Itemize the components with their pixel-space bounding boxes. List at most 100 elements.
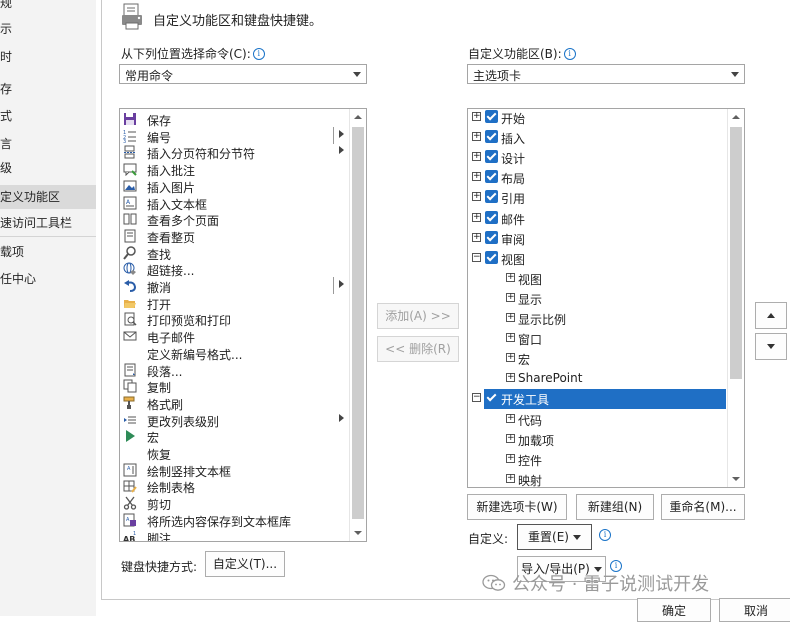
customize-shortcut-button[interactable]: 自定义(T)... xyxy=(205,551,285,577)
expand-icon[interactable]: + xyxy=(506,333,515,343)
scroll-thumb[interactable] xyxy=(730,127,742,379)
ribbon-tree-scrollbar[interactable] xyxy=(727,109,744,487)
command-item[interactable]: 超链接... xyxy=(120,261,350,278)
nav-item[interactable]: 式 xyxy=(0,104,96,128)
expand-icon[interactable]: + xyxy=(472,212,481,222)
rename-button[interactable]: 重命名(M)... xyxy=(661,494,745,520)
ribbon-tree-item[interactable]: + 代码 xyxy=(468,410,723,430)
checkbox[interactable] xyxy=(485,250,498,264)
ribbon-tree-item[interactable]: + 设计 xyxy=(468,148,723,168)
expand-icon[interactable]: + xyxy=(472,152,481,162)
ribbon-tree-item[interactable]: + 插入 xyxy=(468,128,723,148)
command-item[interactable]: 查找 xyxy=(120,245,350,262)
expand-icon[interactable]: + xyxy=(506,353,515,363)
nav-item[interactable]: 载项 xyxy=(0,240,96,264)
command-item[interactable]: 电子邮件 xyxy=(120,328,350,345)
command-item[interactable]: 宏 xyxy=(120,428,350,445)
expand-icon[interactable]: + xyxy=(472,192,481,202)
command-item[interactable]: 查看多个页面 xyxy=(120,211,350,228)
command-item[interactable]: AB 1 脚注 xyxy=(120,529,350,542)
command-item[interactable]: 保存 xyxy=(120,111,350,128)
ribbon-tree-item[interactable]: + 显示比例 xyxy=(468,309,723,329)
ok-button[interactable]: 确定 xyxy=(637,598,711,622)
ribbon-tree-item[interactable]: + 布局 xyxy=(468,168,723,188)
scroll-down-icon[interactable] xyxy=(350,525,366,541)
ribbon-tree[interactable]: + 开始 + 插入 + 设计 + 布局 + 引用 + 邮件 + 审阅 − 视图 + 视图 + 显示 + 显示比例 + 窗口 + 宏… xyxy=(467,108,745,488)
command-item[interactable]: 查看整页 xyxy=(120,228,350,245)
ribbon-tree-item[interactable]: + 开始 xyxy=(468,109,723,128)
collapse-icon[interactable]: − xyxy=(472,393,481,403)
ribbon-tree-item[interactable]: + 加载项 xyxy=(468,430,723,450)
ribbon-tree-item[interactable]: + 邮件 xyxy=(468,209,723,229)
expand-icon[interactable]: + xyxy=(472,172,481,182)
new-tab-button[interactable]: 新建选项卡(W) xyxy=(467,494,567,520)
checkbox[interactable] xyxy=(485,190,498,204)
ribbon-tree-item[interactable]: + 引用 xyxy=(468,188,723,208)
nav-item[interactable]: 存 xyxy=(0,77,96,101)
expand-icon[interactable]: + xyxy=(506,272,515,282)
choose-commands-combo[interactable]: 常用命令 xyxy=(119,64,367,84)
collapse-icon[interactable]: − xyxy=(472,252,481,262)
ribbon-tree-item[interactable]: − 视图 xyxy=(468,249,723,269)
command-item[interactable]: 格式刷 xyxy=(120,395,350,412)
reset-dropdown[interactable]: 重置(E) xyxy=(517,524,592,550)
nav-item[interactable]: 级 xyxy=(0,156,96,180)
scroll-up-icon[interactable] xyxy=(350,109,366,125)
remove-button[interactable]: << 删除(R) xyxy=(377,336,459,362)
command-item[interactable]: 打开 xyxy=(120,295,350,312)
ribbon-tree-item[interactable]: + 窗口 xyxy=(468,329,723,349)
command-item[interactable]: 定义新编号格式... xyxy=(120,345,350,362)
expand-icon[interactable]: + xyxy=(506,473,515,483)
checkbox[interactable] xyxy=(485,391,498,404)
expand-icon[interactable]: + xyxy=(472,112,481,121)
checkbox[interactable] xyxy=(485,170,498,184)
command-item[interactable]: 绘制表格 xyxy=(120,478,350,495)
command-item[interactable]: A 绘制竖排文本框 xyxy=(120,462,350,479)
nav-item[interactable]: 定义功能区 xyxy=(0,185,96,209)
command-item[interactable]: 插入分页符和分节符 xyxy=(120,144,350,161)
checkbox[interactable] xyxy=(485,230,498,244)
command-item[interactable]: 复制 xyxy=(120,378,350,395)
expand-icon[interactable]: + xyxy=(472,132,481,142)
ribbon-tree-item[interactable]: + SharePoint xyxy=(468,369,723,389)
move-down-button[interactable] xyxy=(755,333,787,360)
commands-scrollbar[interactable] xyxy=(349,109,366,541)
customize-ribbon-combo[interactable]: 主选项卡 xyxy=(467,64,745,84)
ribbon-tree-item[interactable]: + 宏 xyxy=(468,349,723,369)
expand-icon[interactable]: + xyxy=(506,433,515,443)
checkbox[interactable] xyxy=(485,130,498,144)
expand-icon[interactable]: + xyxy=(506,453,515,463)
new-group-button[interactable]: 新建组(N) xyxy=(576,494,654,520)
command-item[interactable]: 剪切 xyxy=(120,495,350,512)
expand-icon[interactable]: + xyxy=(506,292,515,302)
expand-icon[interactable]: + xyxy=(506,373,515,383)
command-item[interactable]: 插入批注 xyxy=(120,161,350,178)
command-item[interactable]: 打印预览和打印 xyxy=(120,311,350,328)
command-item[interactable]: 插入图片 xyxy=(120,178,350,195)
command-item[interactable]: A 插入文本框 xyxy=(120,195,350,212)
command-item[interactable]: A 将所选内容保存到文本框库 xyxy=(120,512,350,529)
ribbon-tree-item[interactable]: + 视图 xyxy=(468,269,723,289)
scroll-down-icon[interactable] xyxy=(728,471,744,487)
scroll-up-icon[interactable] xyxy=(728,109,744,125)
nav-item[interactable]: 示 xyxy=(0,17,96,41)
checkbox[interactable] xyxy=(485,210,498,224)
command-item[interactable]: 段落... xyxy=(120,362,350,379)
ribbon-tree-item[interactable]: − 开发工具 xyxy=(468,389,726,410)
scroll-thumb[interactable] xyxy=(352,127,364,519)
ribbon-tree-item[interactable]: + 审阅 xyxy=(468,229,723,249)
ribbon-tree-item[interactable]: + 控件 xyxy=(468,450,723,470)
checkbox[interactable] xyxy=(485,110,498,123)
add-button[interactable]: 添加(A) >> xyxy=(377,303,459,329)
command-item[interactable]: 更改列表级别 xyxy=(120,412,350,429)
command-item[interactable]: 恢复 xyxy=(120,445,350,462)
expand-icon[interactable]: + xyxy=(506,413,515,423)
nav-item[interactable]: 言 xyxy=(0,132,96,156)
command-item[interactable]: 1 2 3 编号 xyxy=(120,126,350,145)
cancel-button[interactable]: 取消 xyxy=(719,598,790,622)
move-up-button[interactable] xyxy=(755,302,787,329)
nav-item[interactable]: 时 xyxy=(0,45,96,69)
commands-list[interactable]: 保存 1 2 3 编号 插入分页符和分节符 插入批注 插入图片 A 插入文本框 查看多个页面 查看整页… xyxy=(119,108,367,542)
nav-item[interactable]: 规 xyxy=(0,0,96,15)
checkbox[interactable] xyxy=(485,150,498,164)
